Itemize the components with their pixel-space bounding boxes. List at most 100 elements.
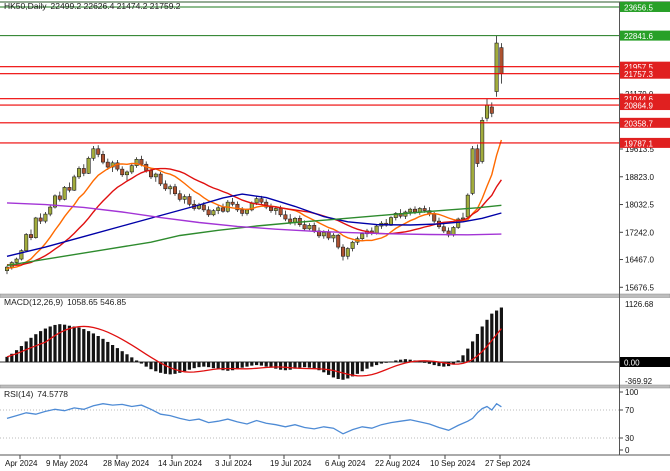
price-badge-text: 19787.1 [624,139,653,148]
candle-up [212,211,215,215]
macd-bar [34,334,37,362]
macd-bar [188,362,191,370]
candle-up [274,208,277,210]
time-tick-label: 10 Sep 2024 [430,459,476,468]
candle-down [29,234,32,237]
candle-up [169,187,172,189]
candle-down [289,219,292,223]
symbol-timeframe-label: HK50,Daily [4,1,47,11]
macd-bar [260,362,263,366]
price-tick-label: 16467.0 [625,256,654,265]
macd-bar [500,308,503,362]
chart-canvas[interactable]: 21179.019613.518823.018032.517242.016467… [0,0,670,471]
macd-bar [49,326,52,362]
macd-bar [389,361,392,362]
candle-down [58,196,61,200]
candle-up [495,43,498,91]
candle-up [481,120,484,161]
rsi-name: RSI(14) [4,389,33,399]
macd-bar [298,362,301,368]
macd-bar [44,329,47,362]
macd-bar [173,362,176,374]
macd-bar [428,362,431,364]
rsi-tick-label: 30 [625,434,634,443]
candle-down [490,107,493,113]
candle-down [173,187,176,194]
time-tick-label: 28 May 2024 [103,459,150,468]
macd-bar [111,345,114,362]
candle-up [44,214,47,221]
macd-bar [135,360,138,362]
macd-bar [106,342,109,362]
candle-down [178,194,181,200]
macd-bar [485,320,488,362]
candle-up [485,105,488,118]
time-tick-label: 9 May 2024 [46,459,88,468]
macd-bar [375,362,378,365]
price-tick-label: 15676.5 [625,283,654,292]
macd-bar [313,362,316,369]
price-tick-label: 17242.0 [625,228,654,237]
candle-down [442,227,445,231]
macd-bar [423,362,426,363]
candle-up [183,197,186,200]
candle-up [154,174,157,177]
macd-bar [193,362,196,368]
panel-separator-2[interactable] [0,385,670,388]
macd-bar [82,329,85,362]
macd-bar [68,326,71,362]
candle-down [121,169,124,175]
macd-bar [365,362,368,369]
price-tick-label: 18032.5 [625,201,654,210]
macd-bar [212,362,215,368]
candle-down [68,187,71,190]
candle-down [149,171,152,177]
candle-down [207,210,210,215]
macd-bar [346,362,349,378]
macd-bar [154,362,157,371]
macd-bar [337,362,340,379]
macd-bar [289,362,292,370]
rsi-tick-label: 100 [625,388,639,397]
candle-up [34,218,37,238]
macd-tick-top: 1126.68 [625,300,654,309]
time-tick-label: 14 Jun 2024 [158,459,203,468]
macd-tick-bottom: -369.92 [625,377,653,386]
candle-down [202,205,205,210]
candle-down [500,48,503,74]
candle-up [130,166,133,172]
macd-bar [183,362,186,371]
macd-bar [149,362,152,369]
candle-up [471,149,474,194]
candle-down [269,207,272,211]
candle-up [351,242,354,248]
macd-bar [380,362,383,364]
macd-bar [481,326,484,362]
rsi-value: 74.5778 [37,389,68,399]
candle-up [49,207,52,214]
ohlc-readout: 22499.2 22626.4 21474.2 21759.2 [51,1,181,11]
macd-bar [284,362,287,370]
macd-bar [385,362,388,363]
macd-bar [308,362,311,368]
candle-up [25,234,28,250]
time-tick-label: 27 Sep 2024 [485,459,531,468]
macd-bar [490,314,493,362]
candle-down [313,225,316,231]
candle-up [125,172,128,175]
candle-down [260,199,263,203]
candle-down [221,208,224,212]
macd-bar [20,346,23,362]
macd-bar [370,362,373,367]
candle-up [409,209,412,212]
macd-bar [92,333,95,362]
candle-up [361,234,364,239]
rsi-tick-label: 70 [625,406,634,415]
macd-bar [245,362,248,367]
macd-bar [217,362,220,369]
macd-bar [433,362,436,365]
candle-down [337,235,340,247]
candle-down [39,218,42,221]
macd-bar [97,336,100,362]
macd-bar [241,362,244,368]
